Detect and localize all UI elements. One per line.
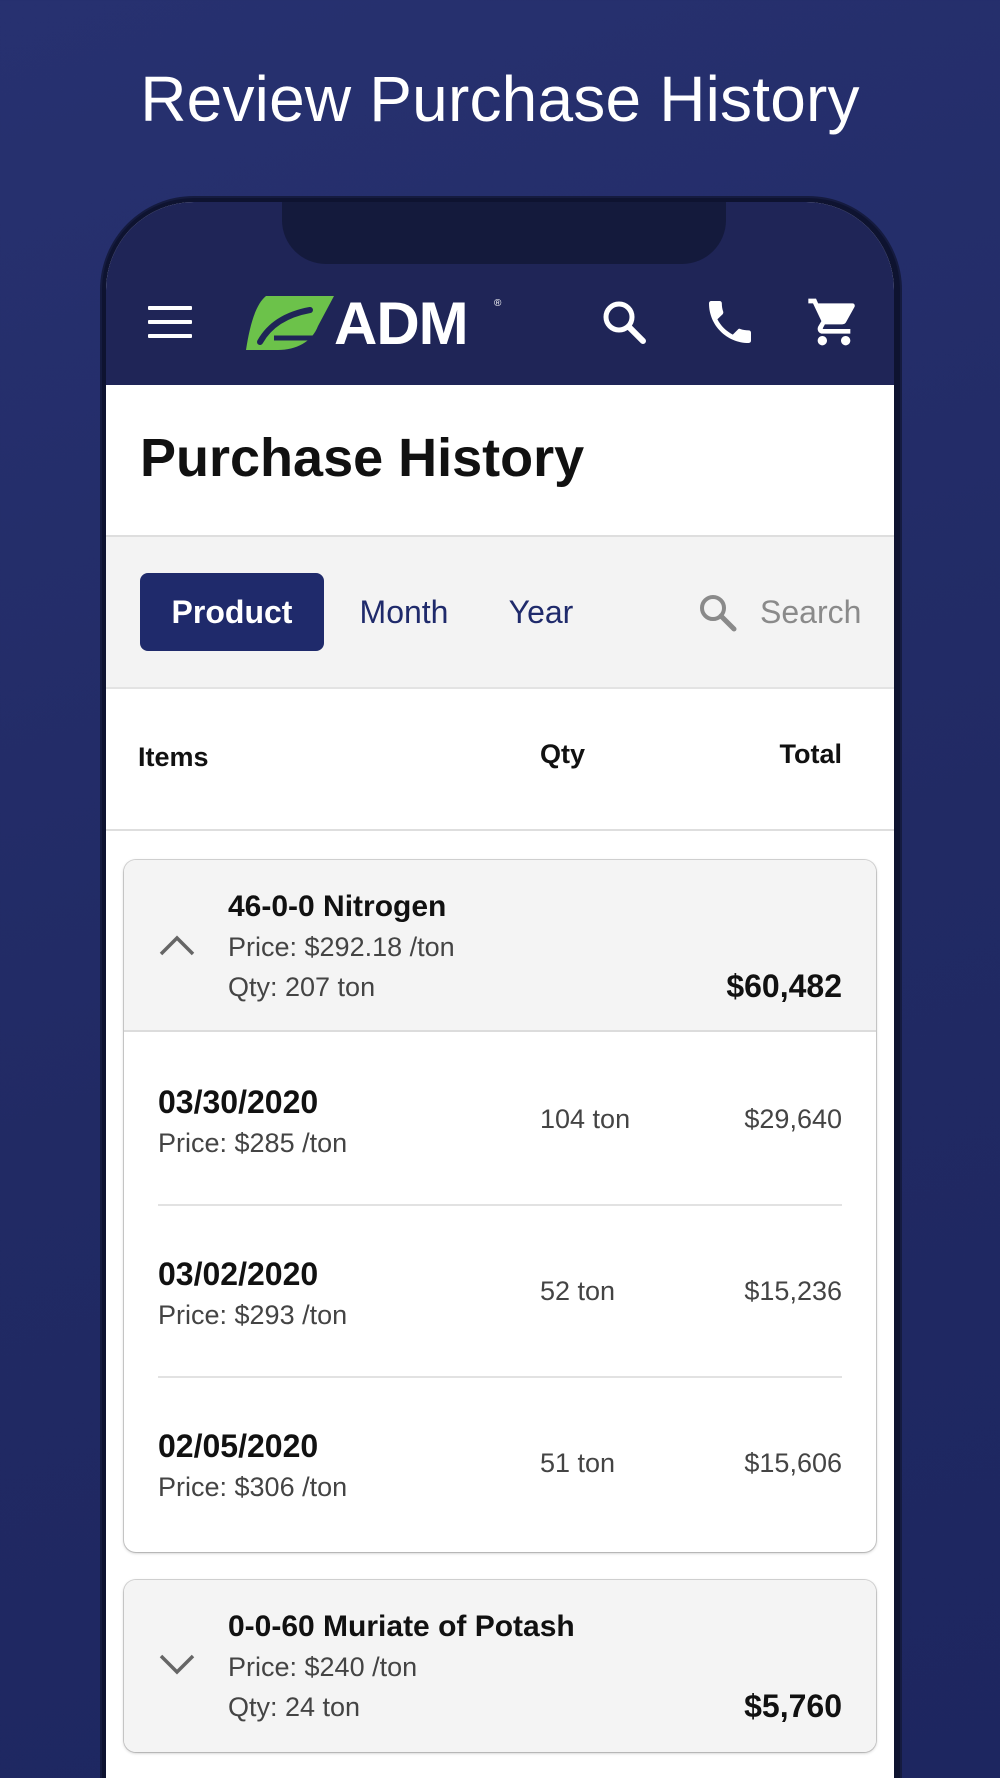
filter-bar: Product Month Year Search — [106, 537, 894, 689]
purchase-price: Price: $285 /ton — [158, 1128, 348, 1158]
search-icon[interactable] — [596, 294, 652, 350]
search-field-icon — [700, 595, 737, 632]
app-screen: ADM ® Purchase History Product Month Yea… — [106, 202, 894, 1778]
product-price: Price: $292.18 /ton — [228, 932, 455, 962]
tab-product[interactable]: Product — [140, 573, 324, 651]
tab-month[interactable]: Month — [344, 573, 464, 651]
title-area: Purchase History — [106, 385, 894, 537]
page-title: Purchase History — [140, 428, 585, 488]
purchase-row[interactable]: 02/05/2020 Price: $306 /ton 51 ton $15,6… — [124, 1378, 876, 1550]
purchase-row[interactable]: 03/30/2020 Price: $285 /ton 104 ton $29,… — [124, 1034, 876, 1206]
logo-text: ADM — [334, 290, 469, 357]
cart-icon[interactable] — [806, 294, 862, 350]
purchase-total: $15,236 — [744, 1276, 842, 1306]
product-price: Price: $240 /ton — [228, 1652, 418, 1682]
column-items: Items — [138, 742, 209, 772]
product-name: 0-0-60 Muriate of Potash — [228, 1610, 575, 1643]
purchase-row[interactable]: 03/02/2020 Price: $293 /ton 52 ton $15,2… — [124, 1206, 876, 1378]
purchase-date: 03/02/2020 — [158, 1256, 319, 1292]
column-qty: Qty — [540, 739, 586, 769]
column-total: Total — [779, 739, 843, 769]
product-card: 0-0-60 Muriate of Potash Price: $240 /to… — [124, 1580, 876, 1752]
product-card: 46-0-0 Nitrogen Price: $292.18 /ton Qty:… — [124, 860, 876, 1552]
product-qty: Qty: 207 ton — [228, 972, 376, 1002]
product-card-header[interactable]: 0-0-60 Muriate of Potash Price: $240 /to… — [124, 1580, 876, 1752]
search-placeholder: Search — [760, 594, 862, 630]
chevron-down-icon — [159, 1654, 195, 1675]
purchase-price: Price: $306 /ton — [158, 1472, 348, 1502]
purchase-qty: 104 ton — [540, 1104, 631, 1134]
adm-logo[interactable]: ADM ® — [244, 294, 504, 354]
logo-registered-mark: ® — [494, 298, 502, 309]
purchase-qty: 52 ton — [540, 1276, 616, 1306]
chevron-up-icon — [159, 935, 195, 956]
purchase-total: $15,606 — [744, 1448, 842, 1478]
menu-icon[interactable] — [142, 294, 198, 350]
search-input[interactable]: Search — [696, 573, 886, 651]
phone-notch — [282, 202, 726, 264]
purchase-qty: 51 ton — [540, 1448, 616, 1478]
product-card-header[interactable]: 46-0-0 Nitrogen Price: $292.18 /ton Qty:… — [124, 860, 876, 1032]
product-total: $5,760 — [744, 1688, 842, 1724]
headline: Review Purchase History — [140, 63, 860, 135]
product-total: $60,482 — [726, 968, 842, 1004]
product-name: 46-0-0 Nitrogen — [228, 890, 447, 923]
purchase-date: 02/05/2020 — [158, 1428, 319, 1464]
purchase-price: Price: $293 /ton — [158, 1300, 348, 1330]
tab-year[interactable]: Year — [496, 573, 586, 651]
purchase-total: $29,640 — [744, 1104, 842, 1134]
phone-icon[interactable] — [702, 294, 758, 350]
product-qty: Qty: 24 ton — [228, 1692, 361, 1722]
leaf-icon — [246, 296, 334, 350]
column-header: Items Qty Total — [106, 689, 894, 831]
purchase-date: 03/30/2020 — [158, 1084, 319, 1120]
